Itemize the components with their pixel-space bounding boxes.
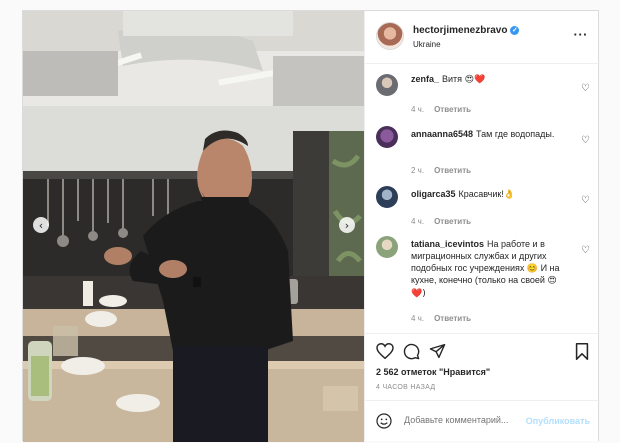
next-photo-button[interactable]: › [339,217,355,233]
commenter-avatar[interactable] [376,186,398,208]
comment-meta: 2 ч. Ответить [411,166,471,175]
reply-button[interactable]: Ответить [434,314,471,323]
commenter-avatar[interactable] [376,236,398,258]
reply-button[interactable]: Ответить [434,166,471,175]
comment-meta: 4 ч. Ответить [411,105,471,114]
heart-icon[interactable]: ♡ [581,245,590,256]
smiley-icon [376,413,392,429]
commenter-username[interactable]: oligarca35 [411,189,456,199]
publish-button[interactable]: Опубликовать [526,416,590,426]
save-button[interactable] [575,343,589,365]
heart-icon [376,342,394,360]
post-side-panel: hectorjimenezbravo ✓ Ukraine ··· zenfa_ Ви… [364,11,600,442]
verified-badge-icon: ✓ [510,25,520,35]
comment-body: Красавчик! [458,189,504,199]
author-username[interactable]: hectorjimenezbravo [413,25,507,36]
commenter-username[interactable]: annaanna6548 [411,129,473,139]
comment-body: Там где водопады. [476,129,555,139]
comment-input[interactable] [404,415,544,425]
previous-photo-button[interactable]: ‹ [33,217,49,233]
comment-time[interactable]: 2 ч. [411,166,424,175]
bookmark-icon [575,343,589,360]
add-comment-bar: Опубликовать [365,400,600,443]
commenter-avatar[interactable] [376,74,398,96]
comment-text: zenfa_ Витя 😍❤️ [411,73,567,86]
chevron-left-icon: ‹ [38,218,44,232]
heart-icon[interactable]: ♡ [581,195,590,206]
comment-emoji: 😍❤️ [464,75,486,85]
comments-list: zenfa_ Витя 😍❤️ 4 ч. Ответить ♡ annaanna65… [365,64,600,332]
share-button[interactable] [429,343,446,364]
kitchen-photo-illustration [23,11,364,442]
post-timestamp[interactable]: 4 ЧАСОВ НАЗАД [376,384,435,391]
author-avatar[interactable] [376,22,404,50]
author-username-row[interactable]: hectorjimenezbravo ✓ [413,25,520,36]
post-actions-bar [365,333,600,364]
reply-button[interactable]: Ответить [434,105,471,114]
post-photo[interactable]: ‹ › [23,11,364,442]
comment-time[interactable]: 4 ч. [411,217,424,226]
comment-body: Витя [442,74,463,84]
likes-count[interactable]: 2 562 отметок "Нравится" [376,367,490,377]
chevron-right-icon: › [344,218,350,232]
emoji-picker-button[interactable] [376,413,392,434]
commenter-username[interactable]: tatiana_icevintos [411,239,484,249]
comment-emoji: 👌 [503,190,516,200]
heart-icon[interactable]: ♡ [581,83,590,94]
comment-button[interactable] [403,343,420,365]
post-header: hectorjimenezbravo ✓ Ukraine ··· [365,11,600,64]
like-button[interactable] [376,342,394,364]
comment-icon [403,343,420,360]
comment-text: oligarca35 Красавчик!👌 [411,188,567,201]
commenter-username[interactable]: zenfa_ [411,74,439,84]
comment-time[interactable]: 4 ч. [411,105,424,114]
instagram-post-card: ‹ › hectorjimenezbravo ✓ Ukraine ··· zenf… [22,10,600,442]
comment-meta: 4 ч. Ответить [411,314,471,323]
comment-text: tatiana_icevintos На работе и в миграцион… [411,238,567,300]
comment-text: annaanna6548 Там где водопады. [411,128,567,140]
comment-time[interactable]: 4 ч. [411,314,424,323]
post-location[interactable]: Ukraine [413,40,441,49]
send-icon [429,343,446,359]
comment-meta: 4 ч. Ответить [411,217,471,226]
reply-button[interactable]: Ответить [434,217,471,226]
commenter-avatar[interactable] [376,126,398,148]
heart-icon[interactable]: ♡ [581,135,590,146]
more-options-icon[interactable]: ··· [574,28,589,41]
